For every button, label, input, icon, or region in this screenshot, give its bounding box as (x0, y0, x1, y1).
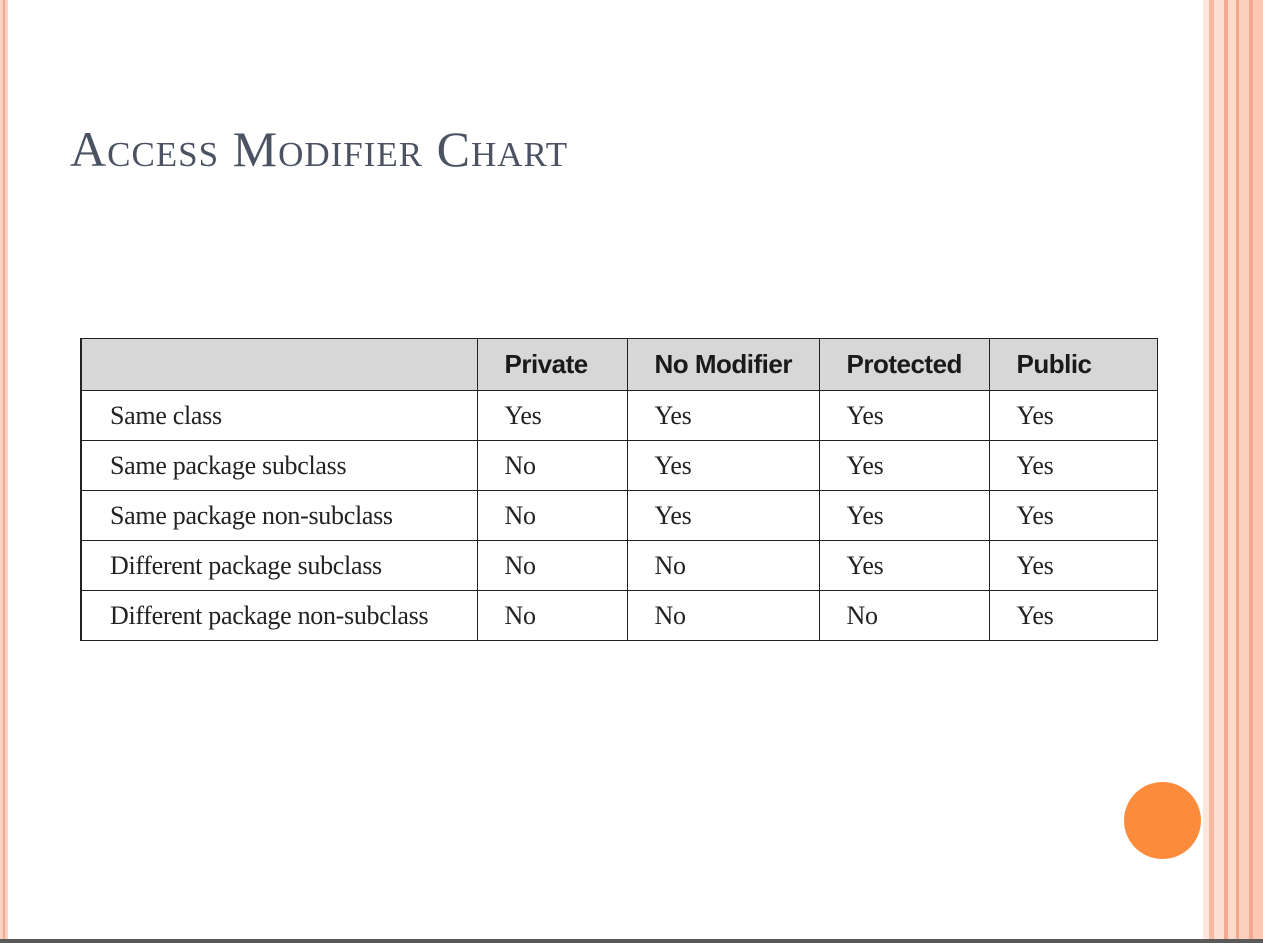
table-cell: Yes (988, 590, 1158, 641)
header-cell-no-modifier: No Modifier (626, 338, 820, 391)
table-cell: Yes (626, 440, 820, 491)
row-label: Different package non-subclass (80, 590, 478, 641)
table-cell: Yes (988, 390, 1158, 441)
table-cell: Yes (818, 390, 990, 441)
left-decorative-border (0, 0, 8, 943)
slide-title: Access Modifier Chart (70, 121, 569, 177)
table-cell: No (626, 590, 820, 641)
table-cell: Yes (476, 390, 628, 441)
header-cell-protected: Protected (818, 338, 990, 391)
row-label: Same package subclass (80, 440, 478, 491)
table-cell: No (626, 540, 820, 591)
row-label: Different package subclass (80, 540, 478, 591)
table-cell: Yes (988, 490, 1158, 541)
table-row: Different package subclass No No Yes Yes (80, 540, 1158, 591)
table-cell: No (818, 590, 990, 641)
table-row: Same class Yes Yes Yes Yes (80, 390, 1158, 441)
right-decorative-stripes (1203, 0, 1263, 943)
row-label: Same package non-subclass (80, 490, 478, 541)
header-cell-empty (80, 338, 478, 391)
table-cell: No (476, 490, 628, 541)
header-cell-private: Private (476, 338, 628, 391)
header-cell-public: Public (988, 338, 1158, 391)
table-row: Same package subclass No Yes Yes Yes (80, 440, 1158, 491)
table-cell: Yes (818, 490, 990, 541)
table-row: Different package non-subclass No No No … (80, 590, 1158, 641)
table-cell: Yes (626, 390, 820, 441)
access-modifier-table: Private No Modifier Protected Public Sam… (80, 338, 1158, 641)
table-row: Same package non-subclass No Yes Yes Yes (80, 490, 1158, 541)
slide: Access Modifier Chart Private No Modifie… (0, 0, 1263, 943)
table-cell: Yes (988, 540, 1158, 591)
orange-circle-decoration (1124, 782, 1201, 859)
table-cell: No (476, 440, 628, 491)
row-label: Same class (80, 390, 478, 441)
table-cell: Yes (818, 540, 990, 591)
table-cell: Yes (988, 440, 1158, 491)
table-cell: Yes (818, 440, 990, 491)
table-header-row: Private No Modifier Protected Public (80, 338, 1158, 391)
table-cell: No (476, 590, 628, 641)
bottom-border-line (0, 939, 1263, 943)
table-cell: Yes (626, 490, 820, 541)
table-cell: No (476, 540, 628, 591)
